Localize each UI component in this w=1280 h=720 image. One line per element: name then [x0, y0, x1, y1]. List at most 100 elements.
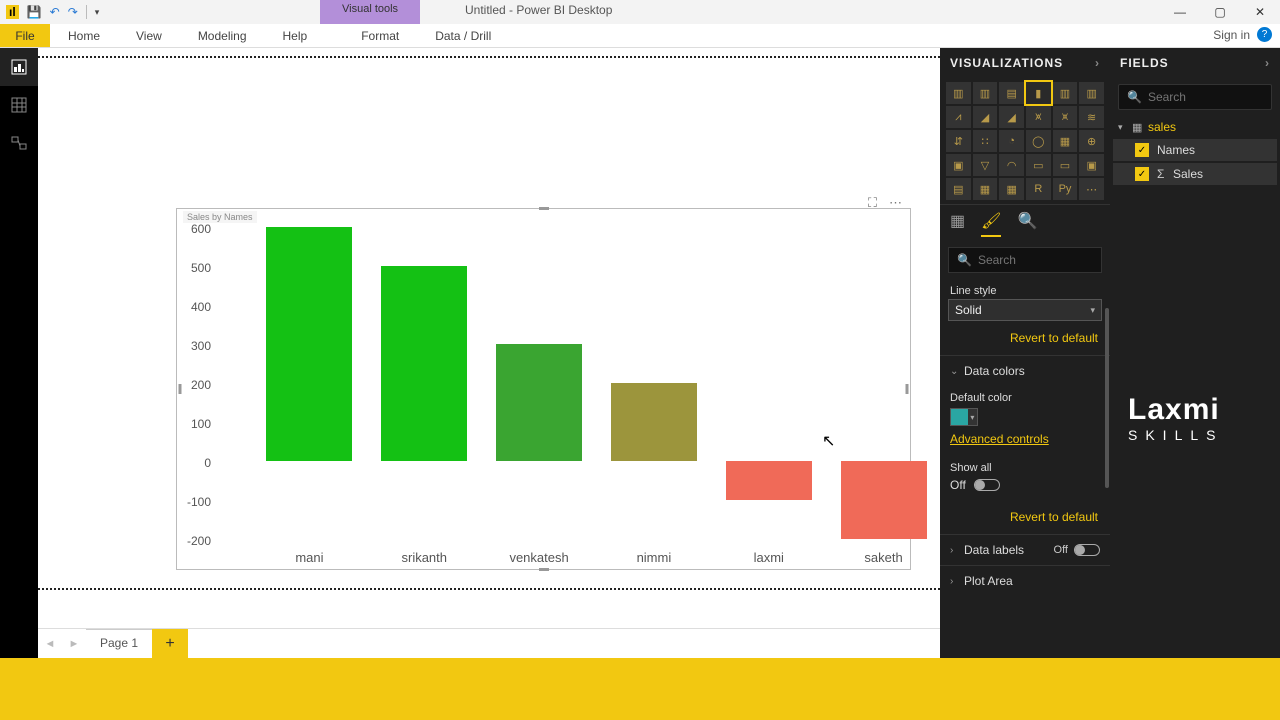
- viz-stacked-area[interactable]: ◢: [999, 106, 1024, 128]
- bar-nimmi[interactable]: [611, 383, 697, 461]
- bar-venkatesh[interactable]: [496, 344, 582, 461]
- undo-icon[interactable]: ↶: [50, 5, 60, 19]
- viz-pie[interactable]: ◔: [999, 130, 1024, 152]
- viz-donut[interactable]: ◯: [1026, 130, 1051, 152]
- menu-data-drill[interactable]: Data / Drill: [417, 24, 509, 47]
- checkbox-checked-icon[interactable]: ✓: [1135, 167, 1149, 181]
- redo-icon[interactable]: ↷: [68, 5, 78, 19]
- menu-view[interactable]: View: [118, 24, 180, 47]
- bar-laxmi[interactable]: [726, 461, 812, 500]
- field-sales[interactable]: ✓ Σ Sales: [1113, 163, 1277, 185]
- fields-search-input[interactable]: [1148, 90, 1263, 104]
- viz-slicer[interactable]: ▤: [946, 178, 971, 200]
- format-search-input[interactable]: [978, 253, 1093, 267]
- default-color-picker[interactable]: ▾: [950, 408, 978, 426]
- viz-clustered-column[interactable]: ▮: [1026, 82, 1051, 104]
- menu-help[interactable]: Help: [265, 24, 326, 47]
- x-category: nimmi: [604, 550, 704, 565]
- viz-import[interactable]: ⋯: [1079, 178, 1104, 200]
- show-all-toggle[interactable]: [974, 479, 1000, 491]
- maximize-button[interactable]: ▢: [1200, 1, 1240, 23]
- menu-modeling[interactable]: Modeling: [180, 24, 265, 47]
- viz-gauge[interactable]: ◠: [999, 154, 1024, 176]
- focus-mode-icon[interactable]: ⛶: [868, 195, 877, 211]
- format-tab[interactable]: 🖌: [981, 211, 1001, 237]
- resize-handle-top[interactable]: [539, 207, 549, 210]
- viz-clustered-bar[interactable]: ▤: [999, 82, 1024, 104]
- viz-matrix[interactable]: ▦: [999, 178, 1024, 200]
- advanced-controls-link[interactable]: Advanced controls: [940, 428, 1110, 450]
- bottom-accent-bar: [0, 658, 1280, 720]
- viz-stacked-column[interactable]: ▥: [973, 82, 998, 104]
- help-icon[interactable]: ?: [1257, 27, 1272, 42]
- data-view-icon[interactable]: [0, 86, 38, 124]
- viz-100-bar[interactable]: ▥: [1053, 82, 1078, 104]
- viz-scatter[interactable]: ∷: [973, 130, 998, 152]
- data-labels-toggle[interactable]: [1074, 544, 1100, 556]
- line-style-dropdown[interactable]: Solid▾: [948, 299, 1102, 321]
- sign-in-link[interactable]: Sign in: [1213, 28, 1250, 42]
- plot-area-section[interactable]: › Plot Area: [940, 565, 1110, 596]
- checkbox-checked-icon[interactable]: ✓: [1135, 143, 1149, 157]
- analytics-tab[interactable]: 🔍: [1017, 211, 1037, 237]
- resize-handle-bottom[interactable]: [539, 568, 549, 571]
- visualizations-panel: VISUALIZATIONS › ▥ ▥ ▤ ▮ ▥ ▥ ⩘ ◢ ◢ ⩙ ⩙ ≋…: [940, 48, 1110, 658]
- viz-funnel[interactable]: ▽: [973, 154, 998, 176]
- minimize-button[interactable]: —: [1160, 1, 1200, 23]
- qat-dropdown-icon[interactable]: ▾: [95, 7, 100, 18]
- viz-area[interactable]: ◢: [973, 106, 998, 128]
- bar-srikanth[interactable]: [381, 266, 467, 461]
- data-colors-section[interactable]: ⌄ Data colors: [940, 355, 1110, 386]
- viz-stacked-bar[interactable]: ▥: [946, 82, 971, 104]
- viz-treemap[interactable]: ▦: [1053, 130, 1078, 152]
- save-icon[interactable]: 💾: [27, 5, 42, 19]
- report-canvas[interactable]: ⛶ ⋯ Sales by Names 6005004003002001000-1…: [38, 48, 940, 658]
- file-menu[interactable]: File: [0, 24, 50, 47]
- page-next-icon[interactable]: ►: [62, 629, 86, 658]
- model-view-icon[interactable]: [0, 124, 38, 162]
- add-page-button[interactable]: +: [152, 629, 188, 658]
- viz-table[interactable]: ▦: [973, 178, 998, 200]
- viz-py[interactable]: Py: [1053, 178, 1078, 200]
- resize-handle-right[interactable]: [906, 384, 909, 394]
- collapse-visualizations-icon[interactable]: ›: [1095, 56, 1100, 70]
- viz-map[interactable]: ⊕: [1079, 130, 1104, 152]
- show-all-label: Show all: [940, 450, 1110, 476]
- viz-filled-map[interactable]: ▣: [946, 154, 971, 176]
- viz-waterfall[interactable]: ⇵: [946, 130, 971, 152]
- format-scrollbar[interactable]: [1105, 308, 1109, 488]
- table-sales[interactable]: ▾ ▦ sales: [1110, 116, 1280, 138]
- x-category: saketh: [834, 550, 934, 565]
- bar-saketh[interactable]: [841, 461, 927, 539]
- revert-data-colors[interactable]: Revert to default: [940, 500, 1110, 534]
- fields-search[interactable]: 🔍: [1118, 84, 1272, 110]
- more-options-icon[interactable]: ⋯: [889, 195, 902, 211]
- viz-card[interactable]: ▭: [1026, 154, 1051, 176]
- collapse-fields-icon[interactable]: ›: [1265, 56, 1270, 70]
- bar-mani[interactable]: [266, 227, 352, 461]
- menu-home[interactable]: Home: [50, 24, 118, 47]
- fields-well-tab[interactable]: ▦: [950, 211, 965, 237]
- viz-100-column[interactable]: ▥: [1079, 82, 1104, 104]
- chevron-down-icon: ⌄: [950, 366, 964, 377]
- revert-border[interactable]: Revert to default: [940, 321, 1110, 355]
- viz-multi-card[interactable]: ▭: [1053, 154, 1078, 176]
- app-icon: ıl: [6, 5, 19, 19]
- contextual-tab-visual-tools[interactable]: Visual tools: [320, 0, 420, 24]
- page-prev-icon[interactable]: ◄: [38, 629, 62, 658]
- chart-visual[interactable]: ⛶ ⋯ Sales by Names 6005004003002001000-1…: [176, 208, 911, 570]
- report-view-icon[interactable]: [0, 48, 38, 86]
- close-button[interactable]: ✕: [1240, 1, 1280, 23]
- format-search[interactable]: 🔍: [948, 247, 1102, 273]
- show-all-state: Off: [950, 478, 966, 492]
- field-names[interactable]: ✓ Names: [1113, 139, 1277, 161]
- viz-ribbon[interactable]: ≋: [1079, 106, 1104, 128]
- viz-line[interactable]: ⩘: [946, 106, 971, 128]
- viz-line-stacked[interactable]: ⩙: [1026, 106, 1051, 128]
- viz-r[interactable]: R: [1026, 178, 1051, 200]
- viz-line-clustered[interactable]: ⩙: [1053, 106, 1078, 128]
- data-labels-section[interactable]: › Data labels Off: [940, 534, 1110, 565]
- viz-kpi[interactable]: ▣: [1079, 154, 1104, 176]
- menu-format[interactable]: Format: [343, 24, 417, 47]
- page-tab-1[interactable]: Page 1: [86, 629, 152, 658]
